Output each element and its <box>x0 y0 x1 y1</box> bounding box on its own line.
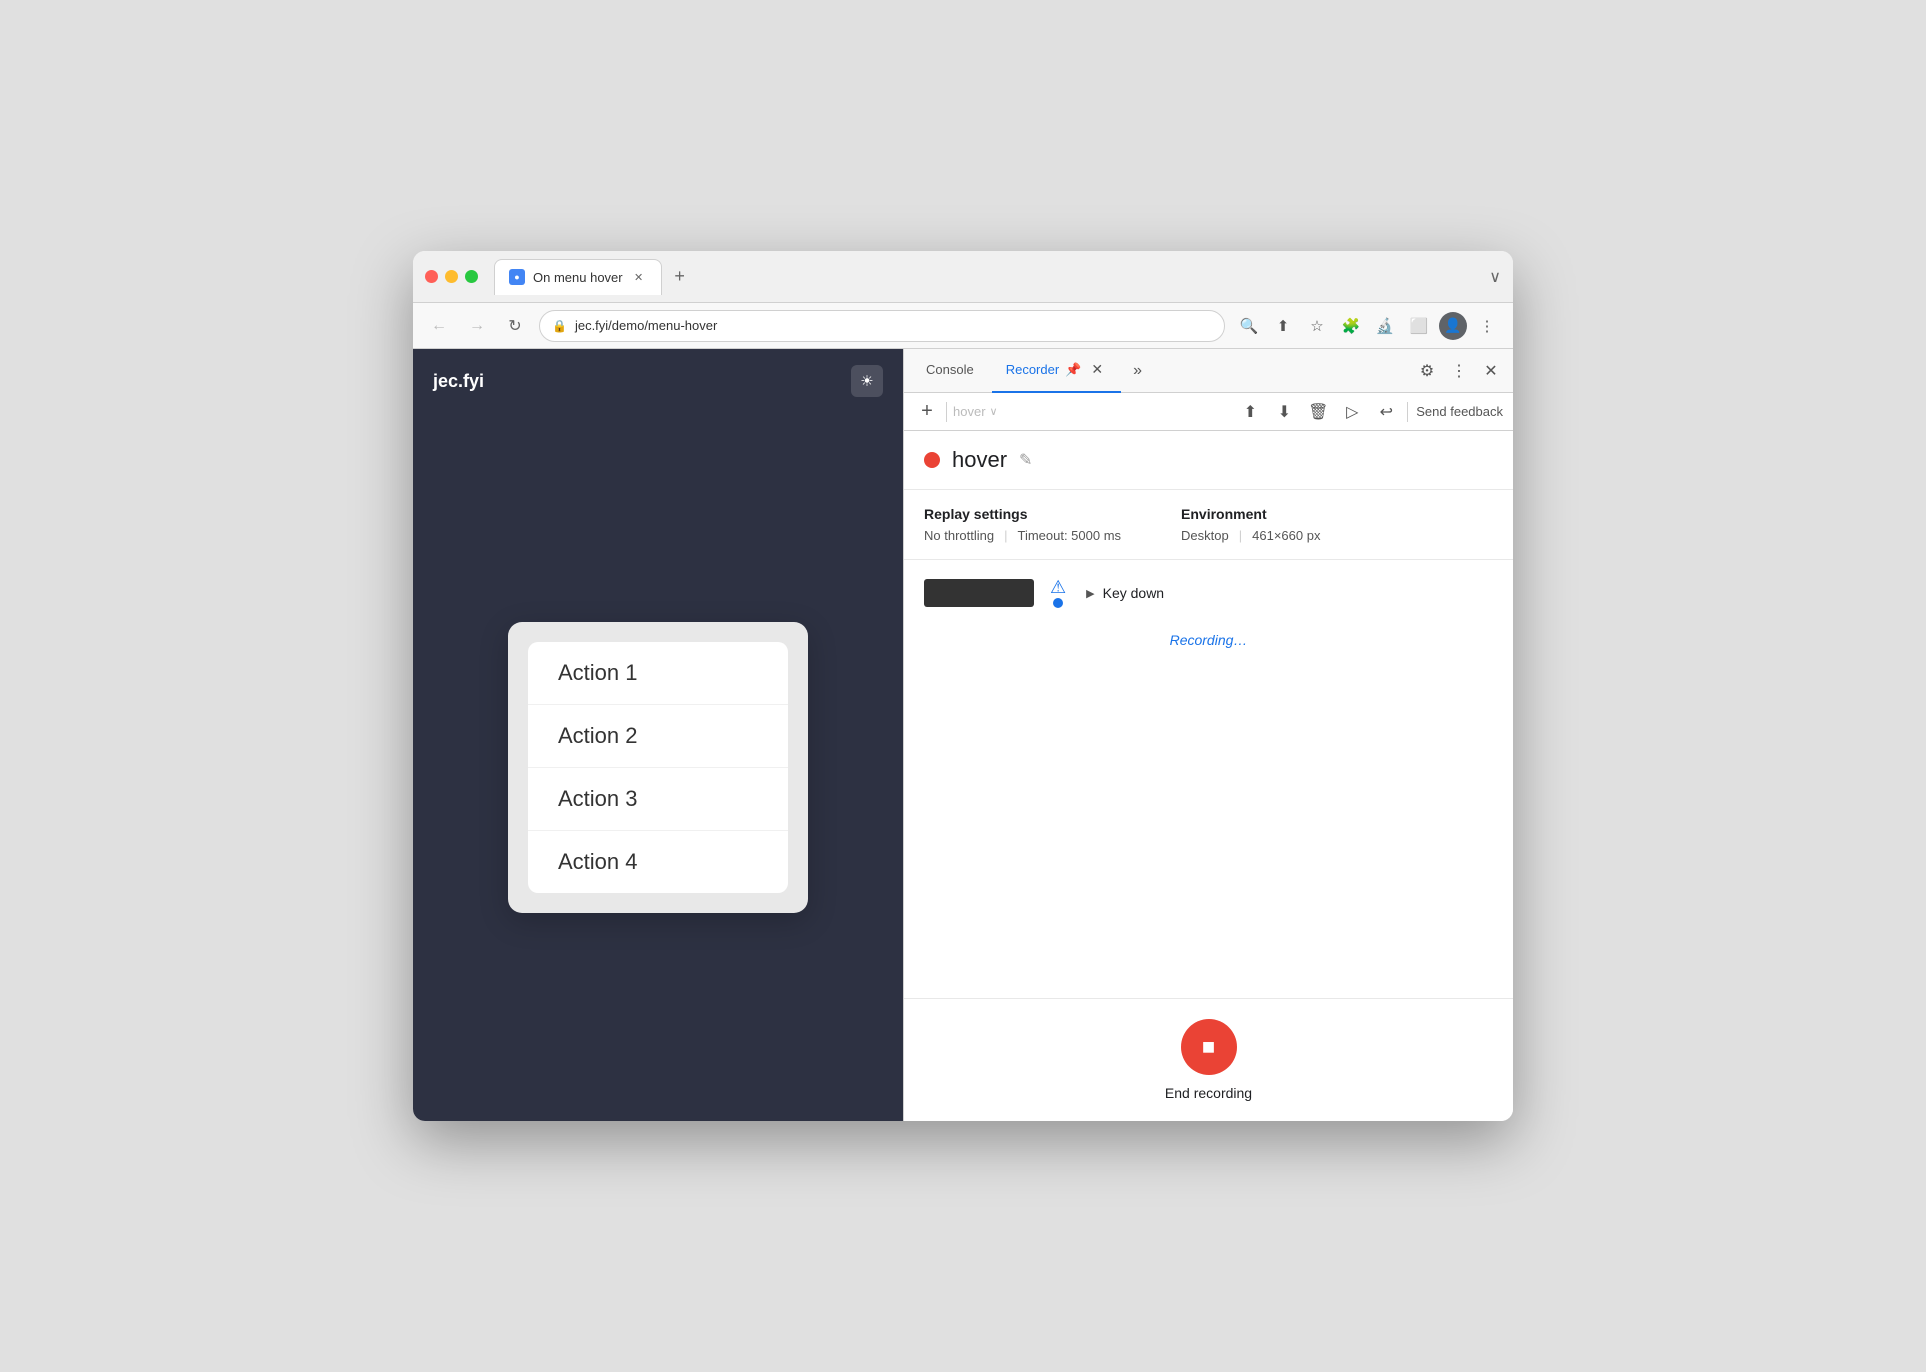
menu-item-action3[interactable]: Action 3 <box>528 768 788 831</box>
recorder-pin-icon: 📌 <box>1065 362 1081 378</box>
menu-container: Action 1 Action 2 Action 3 Action 4 <box>508 622 808 913</box>
replay-settings-button[interactable]: ↩ <box>1373 399 1399 425</box>
end-recording-label: End recording <box>1165 1085 1252 1101</box>
steps-area: ⚠ ▶ Key down Recording… <box>904 560 1513 998</box>
recording-select-wrapper[interactable]: hover ∨ <box>953 404 1231 419</box>
menu-item-action2[interactable]: Action 2 <box>528 705 788 768</box>
download-button[interactable]: ⬇ <box>1271 399 1297 425</box>
devtools-header: Console Recorder 📌 ✕ » ⚙ ⋮ ✕ <box>904 349 1513 393</box>
environment-title: Environment <box>1181 506 1320 522</box>
step-row-keydown: ⚠ ▶ Key down <box>904 570 1513 616</box>
tab-bar: ● On menu hover ✕ + <box>494 259 1481 295</box>
devtools-panel: Console Recorder 📌 ✕ » ⚙ ⋮ ✕ + <box>903 349 1513 1121</box>
recording-status-dot <box>924 452 940 468</box>
toolbar-divider2 <box>1407 402 1408 422</box>
devtools-header-right: ⚙ ⋮ ✕ <box>1413 357 1505 385</box>
menu-item-action4[interactable]: Action 4 <box>528 831 788 893</box>
add-step-button[interactable]: + <box>914 399 940 425</box>
tab-favicon: ● <box>509 269 525 285</box>
step-dot <box>1053 598 1063 608</box>
window-control[interactable]: ∨ <box>1489 267 1501 287</box>
pip-icon[interactable]: ⬜ <box>1405 312 1433 340</box>
menu-inner: Action 1 Action 2 Action 3 Action 4 <box>528 642 788 893</box>
traffic-lights <box>425 270 478 283</box>
extension-icon[interactable]: 🧩 <box>1337 312 1365 340</box>
site-logo: jec.fyi <box>433 371 484 392</box>
lock-icon: 🔒 <box>552 319 567 333</box>
browser-tab[interactable]: ● On menu hover ✕ <box>494 259 662 295</box>
delete-button[interactable]: 🗑 <box>1305 399 1331 425</box>
recording-title-bar: hover ✎ <box>904 431 1513 490</box>
replay-settings-title: Replay settings <box>924 506 1121 522</box>
tab-recorder[interactable]: Recorder 📌 ✕ <box>992 349 1121 393</box>
url-bar[interactable]: 🔒 jec.fyi/demo/menu-hover <box>539 310 1225 342</box>
step-expand-icon[interactable]: ▶ <box>1086 587 1094 600</box>
url-text: jec.fyi/demo/menu-hover <box>575 318 1212 333</box>
upload-button[interactable]: ⬆ <box>1237 399 1263 425</box>
replay-button[interactable]: ▷ <box>1339 399 1365 425</box>
close-traffic-light[interactable] <box>425 270 438 283</box>
devtools-settings-button[interactable]: ⚙ <box>1413 357 1441 385</box>
tab-close-button[interactable]: ✕ <box>631 269 647 285</box>
recorder-toolbar: + hover ∨ ⬆ ⬇ 🗑 ▷ ↩ Send feedback <box>904 393 1513 431</box>
search-icon[interactable]: 🔍 <box>1235 312 1263 340</box>
theme-toggle-button[interactable]: ☀ <box>851 365 883 397</box>
edit-recording-name-icon[interactable]: ✎ <box>1019 450 1032 470</box>
recording-select-value: hover <box>953 404 986 419</box>
devtools-menu-button[interactable]: ⋮ <box>1445 357 1473 385</box>
environment-group: Environment Desktop | 461×660 px <box>1181 506 1320 543</box>
tab-label: On menu hover <box>533 270 623 285</box>
lab-icon[interactable]: 🔬 <box>1371 312 1399 340</box>
address-bar-icons: 🔍 ⬆ ☆ 🧩 🔬 ⬜ 👤 ⋮ <box>1235 312 1501 340</box>
environment-values: Desktop | 461×660 px <box>1181 528 1320 543</box>
website-panel: jec.fyi ☀ Action 1 Action 2 Action 3 Act… <box>413 349 903 1121</box>
more-tabs-button[interactable]: » <box>1125 362 1150 380</box>
refresh-button[interactable]: ↻ <box>501 312 529 340</box>
profile-icon[interactable]: 👤 <box>1439 312 1467 340</box>
recorder-label: Recorder <box>1006 362 1059 377</box>
new-tab-button[interactable]: + <box>666 263 694 291</box>
maximize-traffic-light[interactable] <box>465 270 478 283</box>
toolbar-divider <box>946 402 947 422</box>
bookmark-icon[interactable]: ☆ <box>1303 312 1331 340</box>
step-content: ▶ Key down <box>1086 585 1164 601</box>
recording-name: hover <box>952 447 1007 473</box>
recorder-tab-close[interactable]: ✕ <box>1087 359 1107 380</box>
toolbar-actions: ⬆ ⬇ 🗑 ▷ ↩ Send feedback <box>1237 399 1503 425</box>
send-feedback-link[interactable]: Send feedback <box>1416 404 1503 419</box>
select-arrow-icon: ∨ <box>990 405 998 418</box>
menu-item-action1[interactable]: Action 1 <box>528 642 788 705</box>
step-label: Key down <box>1103 585 1164 601</box>
settings-separator: | <box>1004 528 1007 543</box>
devtools-close-button[interactable]: ✕ <box>1477 357 1505 385</box>
step-warning-icon: ⚠ <box>1050 578 1066 596</box>
forward-button[interactable]: → <box>463 312 491 340</box>
website-body: Action 1 Action 2 Action 3 Action 4 <box>413 413 903 1121</box>
step-timeline-bar <box>924 579 1034 607</box>
replay-settings-section: Replay settings No throttling | Timeout:… <box>904 490 1513 560</box>
website-header: jec.fyi ☀ <box>413 349 903 413</box>
environment-value: Desktop <box>1181 528 1229 543</box>
throttling-value: No throttling <box>924 528 994 543</box>
replay-settings-group: Replay settings No throttling | Timeout:… <box>924 506 1121 543</box>
settings-separator2: | <box>1239 528 1242 543</box>
timeout-value: Timeout: 5000 ms <box>1017 528 1121 543</box>
stop-icon: ■ <box>1202 1034 1215 1060</box>
menu-icon[interactable]: ⋮ <box>1473 312 1501 340</box>
minimize-traffic-light[interactable] <box>445 270 458 283</box>
address-bar: ← → ↻ 🔒 jec.fyi/demo/menu-hover 🔍 ⬆ ☆ 🧩 … <box>413 303 1513 349</box>
replay-settings-values: No throttling | Timeout: 5000 ms <box>924 528 1121 543</box>
end-recording-section: ■ End recording <box>904 998 1513 1121</box>
end-recording-button[interactable]: ■ <box>1181 1019 1237 1075</box>
recording-status-text: Recording… <box>904 616 1513 664</box>
share-icon[interactable]: ⬆ <box>1269 312 1297 340</box>
main-content: jec.fyi ☀ Action 1 Action 2 Action 3 Act… <box>413 349 1513 1121</box>
step-indicator: ⚠ <box>1050 578 1066 608</box>
title-bar: ● On menu hover ✕ + ∨ <box>413 251 1513 303</box>
tab-console[interactable]: Console <box>912 349 988 393</box>
browser-window: ● On menu hover ✕ + ∨ ← → ↻ 🔒 jec.fyi/de… <box>413 251 1513 1121</box>
back-button[interactable]: ← <box>425 312 453 340</box>
dimensions-value: 461×660 px <box>1252 528 1320 543</box>
